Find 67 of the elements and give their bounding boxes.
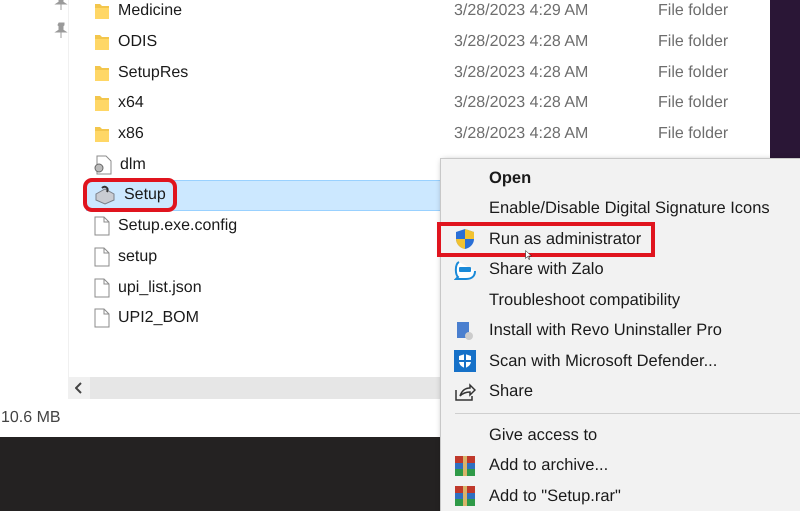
- file-name: dlm: [120, 156, 146, 174]
- chevron-left-icon: [75, 382, 83, 394]
- file-name: setup: [118, 248, 158, 266]
- menu-item-label: Give access to: [489, 426, 598, 445]
- file-name: UPI2_BOM: [118, 309, 199, 328]
- file-row[interactable]: x86 3/28/2023 4:28 AM File folder: [86, 118, 770, 150]
- menu-item[interactable]: Troubleshoot compatibility: [441, 285, 800, 316]
- file-row[interactable]: ODIS 3/28/2023 4:28 AM File folder: [86, 26, 770, 58]
- uninstaller-icon: [456, 320, 474, 341]
- shield-icon: [454, 350, 476, 372]
- archive-icon: [455, 486, 475, 506]
- config-file-icon: [94, 154, 112, 175]
- menu-item-label: Troubleshoot compatibility: [489, 290, 680, 310]
- file-type: File folder: [658, 33, 728, 52]
- menu-item[interactable]: Run as administrator: [441, 224, 800, 254]
- file-name: SetupRes: [118, 64, 188, 82]
- folder-icon: [94, 64, 110, 82]
- menu-item[interactable]: Give access to: [441, 420, 800, 450]
- menu-item[interactable]: Add to archive...: [441, 450, 800, 481]
- menu-item[interactable]: Add to "Setup.rar": [441, 481, 800, 511]
- menu-item-label: Run as administrator: [489, 230, 642, 249]
- share-icon: [454, 382, 476, 402]
- menu-item[interactable]: Install with Revo Uninstaller Pro: [441, 316, 800, 346]
- menu-item[interactable]: Share with Zalo: [441, 254, 800, 285]
- file-type: File folder: [658, 64, 728, 82]
- folder-icon: [94, 94, 110, 112]
- menu-item-label: Share with Zalo: [489, 260, 604, 280]
- file-name: Setup: [124, 186, 166, 204]
- pin-icon[interactable]: [54, 22, 68, 38]
- mouse-pointer-icon: [525, 250, 532, 260]
- file-row[interactable]: x64 3/28/2023 4:28 AM File folder: [86, 88, 770, 119]
- file-name: x86: [118, 125, 144, 144]
- file-icon: [94, 216, 110, 236]
- file-name: x64: [118, 94, 144, 112]
- file-name: Setup.exe.config: [118, 217, 238, 236]
- file-date: 3/28/2023 4:29 AM: [454, 2, 590, 20]
- menu-item-label: Add to "Setup.rar": [489, 486, 621, 506]
- menu-item-label: Add to archive...: [489, 456, 608, 476]
- archive-icon: [455, 456, 475, 476]
- file-type: File folder: [658, 94, 728, 112]
- scroll-left-button[interactable]: [68, 377, 90, 399]
- file-name: ODIS: [118, 33, 158, 52]
- menu-item[interactable]: Share: [441, 376, 800, 407]
- status-size: 10.6 MB: [1, 409, 61, 427]
- file-type: File folder: [658, 2, 728, 20]
- file-name: Medicine: [118, 2, 182, 20]
- folder-icon: [94, 2, 110, 20]
- file-icon: [94, 278, 110, 298]
- file-name: upi_list.json: [118, 278, 202, 297]
- menu-item-label: Install with Revo Uninstaller Pro: [489, 321, 722, 340]
- folder-icon: [94, 33, 110, 52]
- file-date: 3/28/2023 4:28 AM: [454, 94, 590, 112]
- file-icon: [94, 308, 110, 328]
- file-date: 3/28/2023 4:28 AM: [454, 64, 590, 82]
- file-date: 3/28/2023 4:28 AM: [454, 33, 590, 52]
- installer-icon: [94, 185, 116, 206]
- file-type: File folder: [658, 125, 728, 144]
- menu-item-label: Share: [489, 382, 534, 402]
- menu-item[interactable]: Scan with Microsoft Defender...: [441, 346, 800, 376]
- shield-icon: [455, 228, 475, 250]
- file-icon: [94, 246, 110, 267]
- chat-app-icon: [454, 260, 476, 280]
- menu-item-label: Scan with Microsoft Defender...: [489, 352, 718, 371]
- file-row[interactable]: Medicine 3/28/2023 4:29 AM File folder: [86, 0, 770, 27]
- file-date: 3/28/2023 4:28 AM: [454, 125, 590, 144]
- folder-icon: [94, 125, 110, 144]
- file-row[interactable]: SetupRes 3/28/2023 4:28 AM File folder: [86, 57, 770, 88]
